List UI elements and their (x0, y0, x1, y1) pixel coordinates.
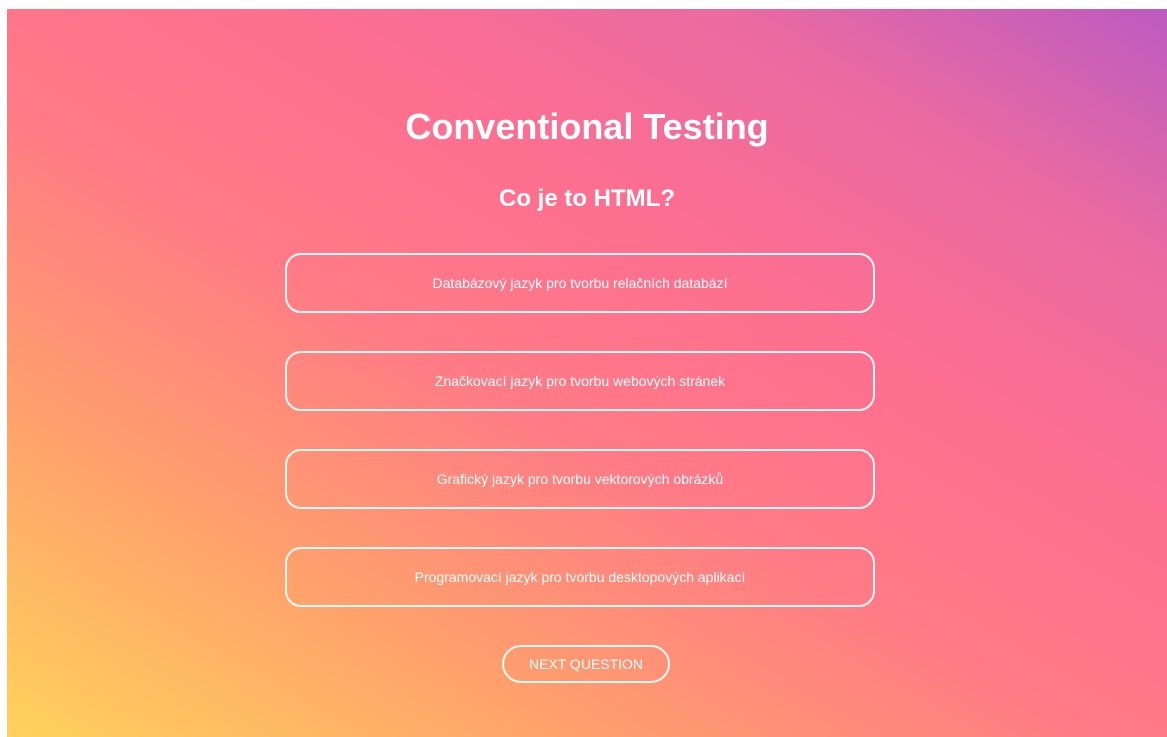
page-title: Conventional Testing (405, 106, 769, 147)
answer-option-3[interactable]: Grafický jazyk pro tvorbu vektorových ob… (285, 449, 875, 509)
answer-option-1[interactable]: Databázový jazyk pro tvorbu relačních da… (285, 253, 875, 313)
quiz-page: Conventional Testing Co je to HTML? Data… (7, 9, 1167, 737)
next-question-button[interactable]: NEXT QUESTION (502, 645, 670, 683)
answer-option-2[interactable]: Značkovací jazyk pro tvorbu webových str… (285, 351, 875, 411)
answer-option-4[interactable]: Programovací jazyk pro tvorbu desktopový… (285, 547, 875, 607)
question-text: Co je to HTML? (499, 185, 675, 212)
